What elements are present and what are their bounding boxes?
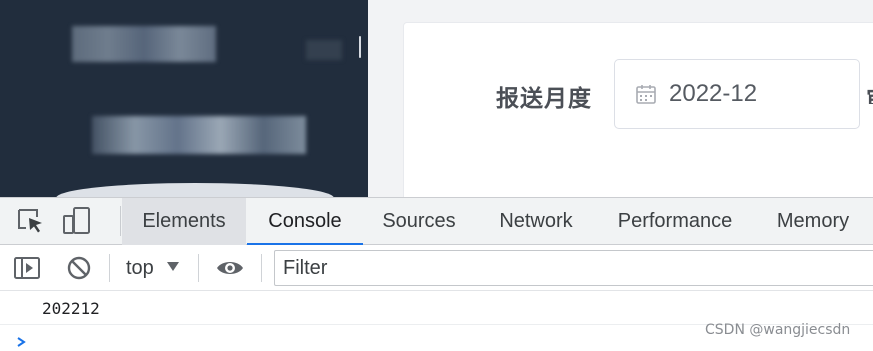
sidebar-scroll-edge — [359, 36, 361, 58]
tabbar-separator — [120, 206, 121, 236]
console-log-message: 202212 — [42, 299, 100, 318]
report-month-label: 报送月度 — [496, 86, 592, 112]
show-console-sidebar-icon[interactable] — [13, 255, 41, 281]
console-prompt-icon — [17, 337, 26, 347]
toolbar-separator — [198, 254, 199, 282]
report-month-date-picker[interactable]: 2022-12 — [614, 59, 860, 129]
watermark: CSDN @wangjiecsdn — [705, 322, 851, 338]
blurred-app-title — [72, 26, 216, 62]
devtools-panel: Elements Console Sources Network Perform… — [0, 197, 873, 351]
blurred-menu-item[interactable] — [92, 116, 306, 154]
calendar-icon — [636, 85, 656, 104]
web-app-area: 报送月度 2022-12 审 — [0, 0, 873, 198]
toolbar-separator — [109, 254, 110, 282]
clear-console-icon[interactable] — [65, 255, 93, 281]
tab-memory[interactable]: Memory — [754, 198, 872, 245]
tab-console[interactable]: Console — [247, 198, 363, 246]
toolbar-separator — [261, 254, 262, 282]
console-toolbar: top — [0, 245, 873, 291]
tab-performance[interactable]: Performance — [598, 198, 752, 245]
sidebar — [0, 0, 368, 198]
next-field-label-cut: 审 — [866, 80, 873, 104]
tab-network[interactable]: Network — [476, 198, 596, 245]
live-expression-icon[interactable] — [215, 255, 245, 281]
sidebar-active-item[interactable] — [56, 183, 334, 198]
tab-sources[interactable]: Sources — [364, 198, 474, 245]
console-log-row: 202212 — [0, 291, 873, 325]
inspect-element-icon[interactable] — [16, 207, 46, 235]
chevron-down-icon[interactable] — [167, 262, 179, 271]
tab-elements[interactable]: Elements — [122, 198, 246, 245]
device-toolbar-icon[interactable] — [62, 207, 92, 235]
devtools-tabbar: Elements Console Sources Network Perform… — [0, 198, 873, 246]
blurred-collapse-icon — [306, 40, 342, 60]
console-filter-box[interactable] — [274, 250, 873, 286]
date-picker-value: 2022-12 — [669, 80, 758, 107]
console-filter-input[interactable] — [283, 255, 863, 281]
execution-context-select[interactable]: top — [126, 255, 154, 281]
